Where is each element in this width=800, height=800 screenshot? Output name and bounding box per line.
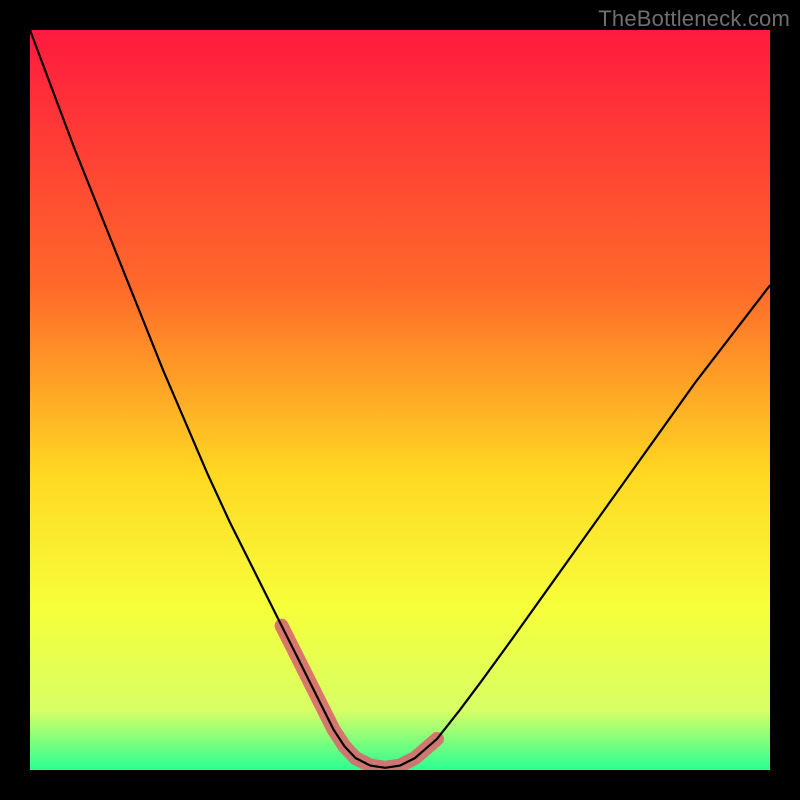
gradient-background xyxy=(30,30,770,770)
bottleneck-chart xyxy=(30,30,770,770)
chart-frame xyxy=(30,30,770,770)
watermark-text: TheBottleneck.com xyxy=(598,6,790,32)
